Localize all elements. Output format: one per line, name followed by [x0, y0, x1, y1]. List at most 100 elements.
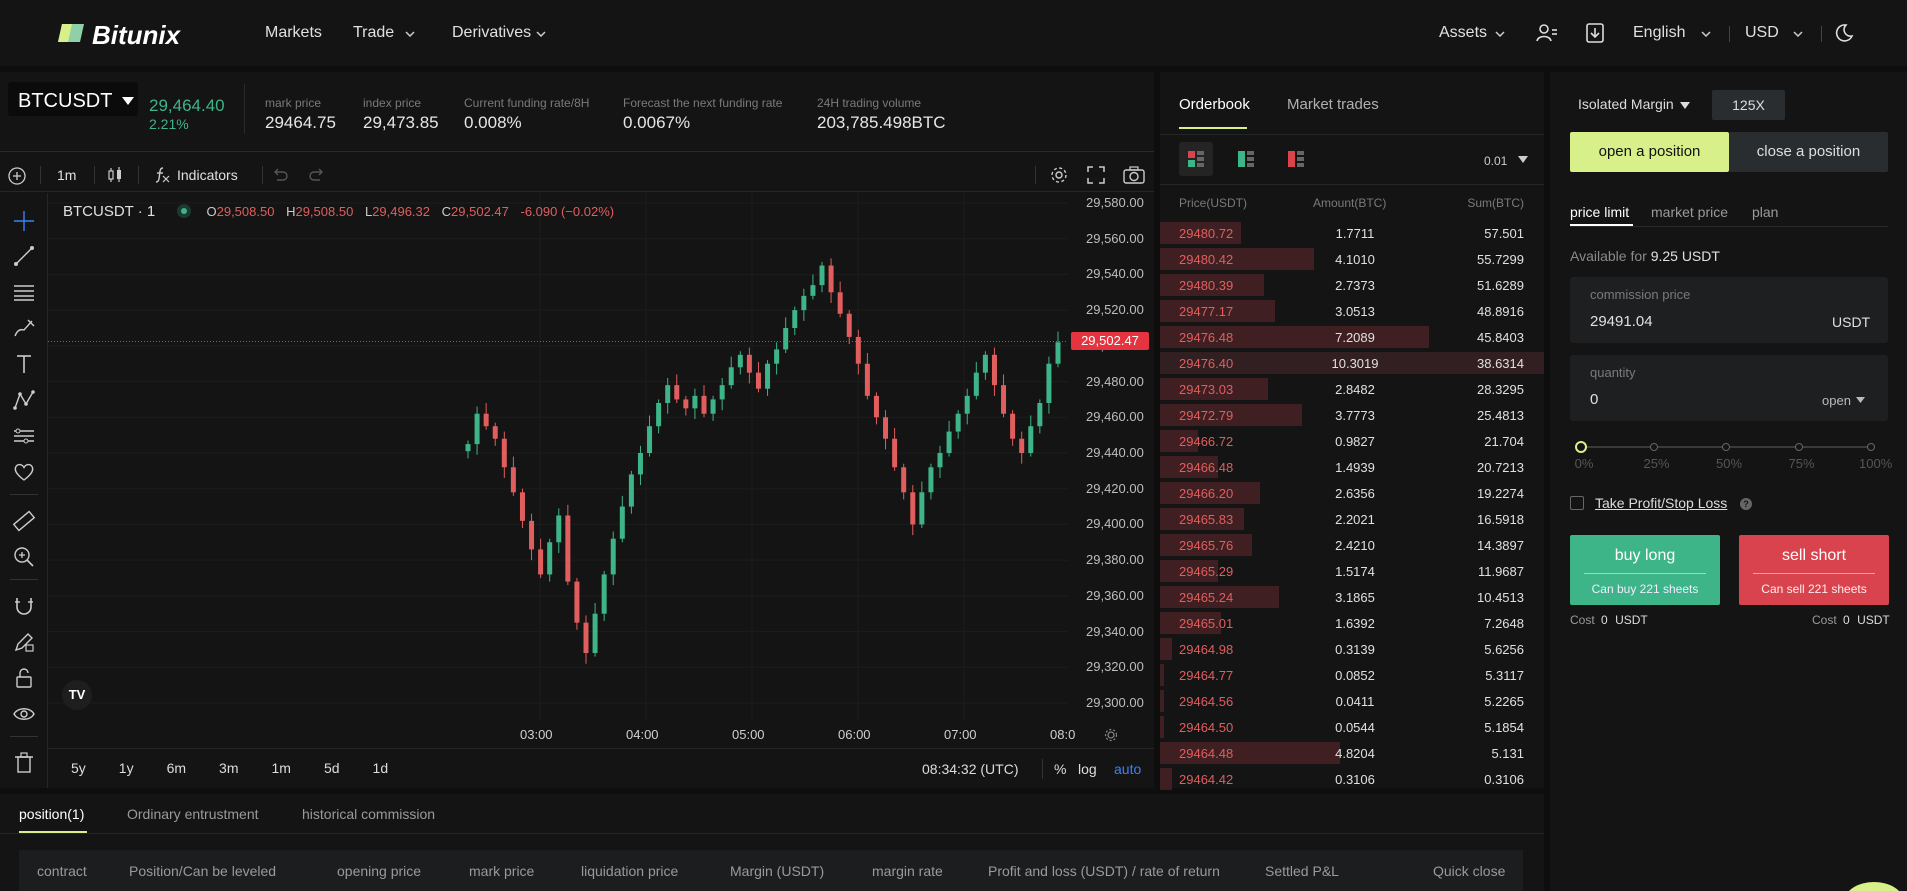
fullscreen-icon[interactable]	[1087, 166, 1105, 184]
orderbook-row[interactable]: 29465.76 2.4210 14.3897	[1160, 532, 1544, 558]
undo-icon[interactable]	[271, 167, 289, 183]
tab-historical-commission[interactable]: historical commission	[302, 806, 435, 822]
orderbook-row[interactable]: 29465.83 2.2021 16.5918	[1160, 506, 1544, 532]
slider-step[interactable]	[1722, 443, 1730, 451]
order-type-limit[interactable]: price limit	[1570, 204, 1629, 220]
range-button-5y[interactable]: 5y	[71, 760, 86, 780]
tpsl-label[interactable]: Take Profit/Stop Loss	[1595, 495, 1727, 511]
nav-trade[interactable]: Trade	[353, 24, 418, 44]
horizontal-lines-icon[interactable]	[12, 280, 36, 304]
moon-icon[interactable]	[1834, 23, 1854, 43]
orderbook-row[interactable]: 29465.24 3.1865 10.4513	[1160, 584, 1544, 610]
tab-orderbook[interactable]: Orderbook	[1179, 96, 1250, 113]
help-icon[interactable]: ?	[1740, 498, 1752, 510]
quantity-mode-select[interactable]: open	[1822, 392, 1872, 410]
trash-icon[interactable]	[12, 751, 36, 775]
camera-icon[interactable]	[1123, 166, 1145, 184]
indicators-button[interactable]: Indicators	[154, 164, 249, 186]
leverage-button[interactable]: 125X	[1712, 90, 1785, 120]
pattern-icon[interactable]	[12, 388, 36, 412]
slider-step[interactable]	[1794, 443, 1803, 451]
candle-type-icon[interactable]	[106, 166, 124, 184]
quantity-field[interactable]: quantity 0 open	[1570, 355, 1888, 421]
language-select[interactable]: English	[1633, 24, 1713, 44]
range-button-6m[interactable]: 6m	[167, 760, 186, 780]
price-chart[interactable]: BTCUSDT · 1 O29,508.50 H29,508.50 L29,49…	[48, 193, 1068, 720]
auto-toggle[interactable]: auto	[1114, 761, 1141, 777]
download-icon[interactable]	[1585, 22, 1605, 44]
margin-mode-select[interactable]: Isolated Margin	[1578, 96, 1698, 116]
symbol-selector[interactable]: BTCUSDT	[8, 82, 138, 116]
slider-handle[interactable]	[1575, 441, 1587, 453]
orderbook-row[interactable]: 29480.39 2.7373 51.6289	[1160, 272, 1544, 298]
order-type-plan[interactable]: plan	[1752, 204, 1778, 220]
percent-toggle[interactable]: %	[1054, 761, 1066, 777]
commission-price-field[interactable]: commission price 29491.04 USDT	[1570, 277, 1888, 343]
slider-step[interactable]	[1867, 443, 1875, 451]
orderbook-row[interactable]: 29464.50 0.0544 5.1854	[1160, 714, 1544, 740]
text-tool-icon[interactable]	[12, 352, 36, 376]
orderbook-row[interactable]: 29464.48 4.8204 5.131	[1160, 740, 1544, 766]
time-scale[interactable]: 03:00 04:00 05:00 06:00 07:00 08:0	[48, 720, 1154, 748]
trendline-icon[interactable]	[12, 244, 36, 268]
order-type-market[interactable]: market price	[1651, 204, 1728, 220]
slider-step[interactable]	[1649, 443, 1658, 451]
ruler-icon[interactable]	[12, 509, 36, 533]
tradingview-logo-icon[interactable]: TV	[62, 680, 92, 710]
crosshair-icon[interactable]	[12, 209, 36, 233]
tab-positions[interactable]: position(1)	[19, 806, 84, 822]
orderbook-row[interactable]: 29465.01 1.6392 7.2648	[1160, 610, 1544, 636]
orderbook-row[interactable]: 29477.17 3.0513 48.8916	[1160, 298, 1544, 324]
buy-long-button[interactable]: buy long Can buy 221 sheets	[1570, 535, 1720, 605]
tab-close-position[interactable]: close a position	[1729, 132, 1888, 172]
orderbook-row[interactable]: 29464.56 0.0411 5.2265	[1160, 688, 1544, 714]
orderbook-row[interactable]: 29480.42 4.1010 55.7299	[1160, 246, 1544, 272]
range-button-1d[interactable]: 1d	[373, 760, 389, 780]
quantity-slider[interactable]: 0% 25% 50% 75% 100%	[1570, 436, 1892, 472]
scale-settings-icon[interactable]	[1104, 728, 1118, 742]
orderbook-row[interactable]: 29466.72 0.9827 21.704	[1160, 428, 1544, 454]
orderbook-row[interactable]: 29464.42 0.3106 0.3106	[1160, 766, 1544, 792]
range-button-5d[interactable]: 5d	[324, 760, 340, 780]
orderbook-row[interactable]: 29464.98 0.3139 5.6256	[1160, 636, 1544, 662]
nav-assets[interactable]: Assets	[1439, 24, 1509, 44]
book-bids-icon[interactable]	[1238, 151, 1254, 167]
orderbook-row[interactable]: 29466.48 1.4939 20.7213	[1160, 454, 1544, 480]
magnet-icon[interactable]	[12, 594, 36, 618]
orderbook-row[interactable]: 29476.48 7.2089 45.8403	[1160, 324, 1544, 350]
interval-button[interactable]: 1m	[57, 167, 76, 183]
book-asks-icon[interactable]	[1288, 151, 1304, 167]
tab-ordinary-entrustment[interactable]: Ordinary entrustment	[127, 806, 259, 822]
nav-markets[interactable]: Markets	[265, 24, 322, 42]
add-icon[interactable]	[8, 167, 26, 185]
range-button-1m[interactable]: 1m	[272, 760, 291, 780]
sell-short-button[interactable]: sell short Can sell 221 sheets	[1739, 535, 1889, 605]
tab-open-position[interactable]: open a position	[1570, 132, 1729, 172]
log-toggle[interactable]: log	[1078, 761, 1097, 777]
redo-icon[interactable]	[308, 167, 326, 183]
zoom-in-icon[interactable]	[12, 545, 36, 569]
orderbook-row[interactable]: 29472.79 3.7773 25.4813	[1160, 402, 1544, 428]
orderbook-row[interactable]: 29476.40 10.3019 38.6314	[1160, 350, 1544, 376]
tab-market-trades[interactable]: Market trades	[1287, 96, 1379, 113]
orderbook-row[interactable]: 29480.72 1.7711 57.501	[1160, 220, 1544, 246]
orderbook-row[interactable]: 29464.77 0.0852 5.3117	[1160, 662, 1544, 688]
range-button-3m[interactable]: 3m	[219, 760, 238, 780]
orderbook-row[interactable]: 29466.20 2.6356 19.2274	[1160, 480, 1544, 506]
tpsl-checkbox[interactable]	[1570, 496, 1584, 510]
orderbook-row[interactable]: 29465.29 1.5174 11.9687	[1160, 558, 1544, 584]
currency-select[interactable]: USD	[1745, 24, 1805, 44]
view-both-button[interactable]	[1179, 142, 1213, 176]
range-button-1y[interactable]: 1y	[119, 760, 134, 780]
orderbook-row[interactable]: 29473.03 2.8482 28.3295	[1160, 376, 1544, 402]
precision-select[interactable]: 0.01	[1484, 152, 1534, 168]
draw-lock-icon[interactable]	[12, 630, 36, 654]
logo[interactable]: Bitunix	[56, 20, 196, 50]
heart-icon[interactable]	[12, 460, 36, 484]
lock-icon[interactable]	[12, 666, 36, 690]
price-scale[interactable]: 29,580.00 29,560.00 29,540.00 29,520.00 29,5…	[1068, 193, 1154, 720]
settings-icon[interactable]	[1049, 165, 1069, 185]
brush-icon[interactable]	[12, 316, 36, 340]
user-icon[interactable]	[1536, 22, 1558, 44]
measure-lines-icon[interactable]	[12, 424, 36, 448]
